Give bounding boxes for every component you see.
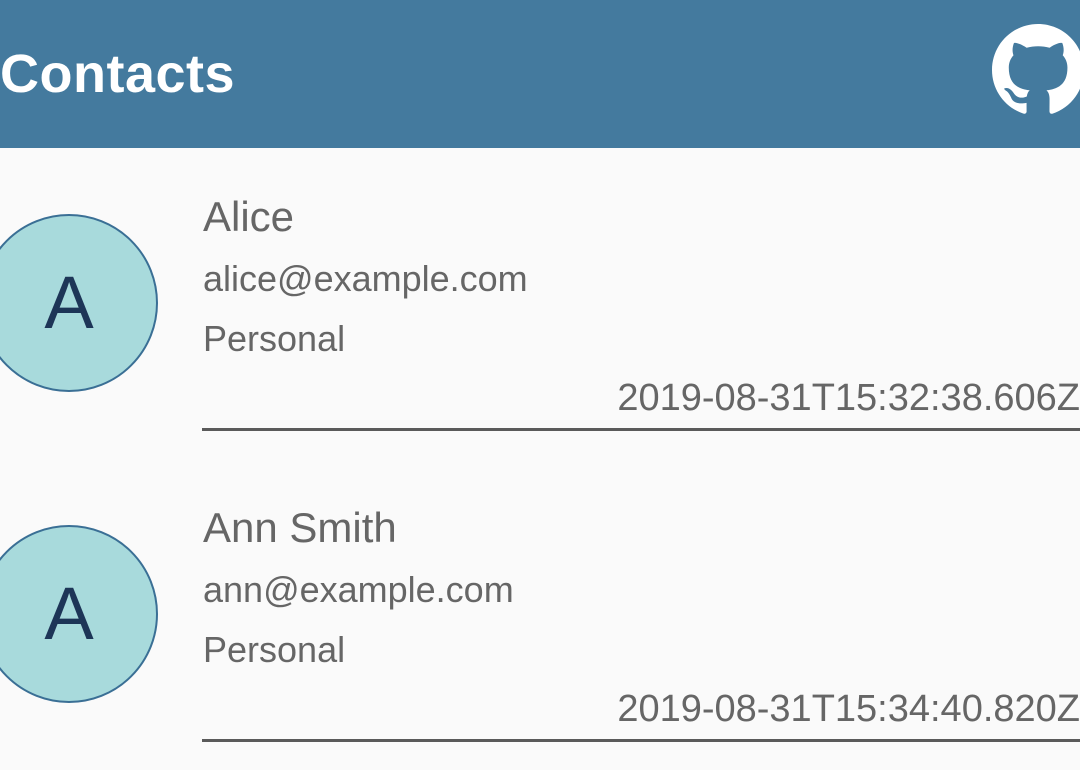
avatar: A: [0, 214, 158, 392]
divider: [202, 428, 1080, 431]
contact-list: A Alice alice@example.com Personal 2019-…: [0, 148, 1080, 742]
contact-category: Personal: [203, 318, 346, 359]
contact-name: Ann Smith: [203, 504, 397, 551]
app-bar: Contacts: [0, 0, 1080, 148]
contact-name: Alice: [203, 193, 295, 240]
contact-email: alice@example.com: [203, 258, 528, 299]
page-title: Contacts: [0, 44, 236, 104]
avatar: A: [0, 525, 158, 703]
contact-email: ann@example.com: [203, 569, 514, 610]
github-icon[interactable]: [992, 24, 1080, 116]
contact-category: Personal: [203, 629, 346, 670]
contact-list-item[interactable]: A Ann Smith ann@example.com Personal 201…: [0, 459, 1080, 770]
contact-timestamp: 2019-08-31T15:34:40.820Z: [617, 688, 1080, 730]
contact-list-item[interactable]: A Alice alice@example.com Personal 2019-…: [0, 148, 1080, 459]
contact-timestamp: 2019-08-31T15:32:38.606Z: [617, 377, 1080, 419]
